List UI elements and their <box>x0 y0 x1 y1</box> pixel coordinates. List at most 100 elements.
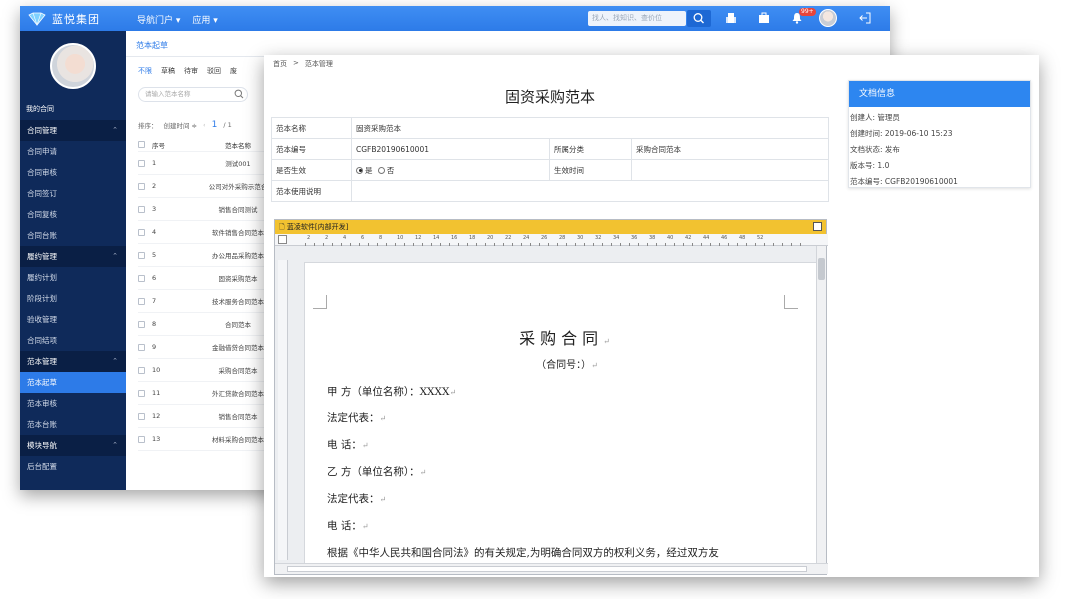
sidebar-group-performance[interactable]: 履约管理 ⌃ <box>20 246 126 267</box>
paragraph-mark: ↵ <box>361 441 369 450</box>
select-all-checkbox[interactable] <box>138 141 145 148</box>
ruler-number: 40 <box>667 235 674 241</box>
scroll-thumb[interactable] <box>818 258 825 280</box>
chevron-up-icon: ⌃ <box>112 441 118 449</box>
label-effective-time: 生效时间 <box>549 159 632 181</box>
sidebar-item-recheck[interactable]: 合同复核 <box>20 204 126 225</box>
radio-no[interactable] <box>377 166 385 174</box>
line-text: 电 话： <box>327 520 362 532</box>
notification-badge: 99+ <box>799 8 816 16</box>
ruler-number: 36 <box>631 235 638 241</box>
row-number: 4 <box>152 228 157 236</box>
row-number: 5 <box>152 251 157 259</box>
prev-page-icon[interactable]: ‹ <box>203 121 206 129</box>
row-checkbox[interactable] <box>138 182 145 190</box>
row-checkbox[interactable] <box>138 435 145 443</box>
radio-yes[interactable] <box>356 166 363 174</box>
status-filters: 不限 草稿 待审 驳回 废 <box>138 66 237 76</box>
filter-rejected[interactable]: 驳回 <box>207 66 221 76</box>
top-bar: 蓝悦集团 导航门户 ▾ 应用 ▾ 找人、找知识、查价位 99+ <box>20 6 890 31</box>
sidebar-item-apply[interactable]: 合同申请 <box>20 141 126 162</box>
screenshot-stage: 蓝悦集团 导航门户 ▾ 应用 ▾ 找人、找知识、查价位 99+ 我的合同 合同管… <box>0 0 1065 599</box>
profile-avatar[interactable] <box>50 43 96 89</box>
tab-template-draft[interactable]: 范本起草 <box>136 40 168 51</box>
briefcase-icon[interactable] <box>758 12 770 24</box>
sidebar: 我的合同 合同管理 ⌃ 合同申请 合同审核 合同签订 合同复核 合同台账 履约管理… <box>20 31 126 490</box>
app-name: 蓝悦集团 <box>52 13 100 26</box>
radio-no-label: 否 <box>386 165 395 175</box>
row-number: 6 <box>152 274 157 282</box>
sidebar-group-contract[interactable]: 合同管理 ⌃ <box>20 120 126 141</box>
row-checkbox[interactable] <box>138 366 145 374</box>
global-search-input[interactable]: 找人、找知识、查价位 <box>588 11 686 26</box>
template-search-input[interactable]: 请输入范本名称 <box>138 87 248 102</box>
sidebar-item-review[interactable]: 合同审核 <box>20 162 126 183</box>
ruler-number: 24 <box>523 235 530 241</box>
info-created-time: 创建时间: 2019-06-10 15:23 <box>850 129 953 138</box>
sidebar-item-template-ledger[interactable]: 范本台账 <box>20 414 126 435</box>
row-checkbox[interactable] <box>138 274 145 282</box>
row-number: 9 <box>152 343 157 351</box>
row-checkbox[interactable] <box>138 228 145 236</box>
preamble-line: 根据《中华人民共和国合同法》的有关规定,为明确合同双方的权利义务，经过双方友 <box>327 547 719 559</box>
sidebar-group-template[interactable]: 范本管理 ⌃ <box>20 351 126 372</box>
scroll-thumb[interactable] <box>287 566 807 572</box>
user-avatar[interactable] <box>819 9 837 27</box>
document-icon: 🗋 <box>279 223 285 231</box>
horizontal-ruler: 2 2 4 6 8 10 12 14 16 18 20 22 24 26 28 30 32 34 36 38 40 42 4… <box>275 234 828 246</box>
page-current: 1 <box>211 120 218 130</box>
sidebar-item-closing[interactable]: 合同结项 <box>20 330 126 351</box>
sort-bar: 排序： 创建时间 ≑ ‹ 1 / 1 <box>138 120 232 130</box>
breadcrumb-template-mgmt[interactable]: 范本管理 <box>305 59 333 69</box>
row-checkbox[interactable] <box>138 412 145 420</box>
filter-abandoned[interactable]: 废 <box>230 66 237 76</box>
sidebar-item-template-review[interactable]: 范本审核 <box>20 393 126 414</box>
ruler-number: 6 <box>361 235 365 241</box>
sidebar-item-sign[interactable]: 合同签订 <box>20 183 126 204</box>
row-checkbox[interactable] <box>138 343 145 351</box>
nav-portal[interactable]: 导航门户 ▾ <box>137 13 180 26</box>
sidebar-item-ledger[interactable]: 合同台账 <box>20 225 126 246</box>
filter-all[interactable]: 不限 <box>138 66 152 76</box>
line-text: 法定代表： <box>327 493 380 505</box>
filter-draft[interactable]: 草稿 <box>161 66 175 76</box>
horizontal-scrollbar[interactable] <box>275 563 828 574</box>
row-checkbox[interactable] <box>138 389 145 397</box>
search-button[interactable] <box>687 10 711 27</box>
row-checkbox[interactable] <box>138 251 145 259</box>
row-checkbox[interactable] <box>138 159 145 167</box>
sidebar-item-admin[interactable]: 后台配置 <box>20 456 126 477</box>
line-text: 电 话： <box>327 439 362 451</box>
building-icon[interactable] <box>725 12 737 24</box>
sidebar-item-plan[interactable]: 履约计划 <box>20 267 126 288</box>
info-status: 文档状态: 发布 <box>850 145 900 154</box>
contract-title-text: 采购合同 <box>519 329 604 348</box>
nav-apps[interactable]: 应用 ▾ <box>192 13 217 26</box>
phone-b-line: 电 话：↵ <box>327 518 369 533</box>
row-checkbox[interactable] <box>138 297 145 305</box>
vertical-scrollbar[interactable] <box>816 246 826 564</box>
search-icon[interactable] <box>234 89 244 99</box>
editor-title: 蓝凌软件[内部开发] <box>286 223 349 231</box>
row-checkbox[interactable] <box>138 205 145 213</box>
column-header-no: 序号 <box>152 141 165 150</box>
crop-mark <box>784 295 798 309</box>
my-contract-link[interactable]: 我的合同 <box>26 104 54 114</box>
breadcrumb-home[interactable]: 首页 <box>273 59 287 69</box>
filter-pending[interactable]: 待审 <box>184 66 198 76</box>
logout-icon[interactable] <box>859 12 871 24</box>
ruler-number: 8 <box>379 235 383 241</box>
sidebar-item-stage-plan[interactable]: 阶段计划 <box>20 288 126 309</box>
expand-icon[interactable] <box>813 222 822 231</box>
document-page[interactable]: 采购合同↵ （合同号：）↵ 甲 方（单位名称）：XXXX↵ 法定代表：↵ 电 话… <box>304 262 821 574</box>
row-checkbox[interactable] <box>138 320 145 328</box>
app-logo[interactable]: 蓝悦集团 <box>28 11 100 27</box>
ruler-corner-icon[interactable] <box>278 235 287 244</box>
sidebar-item-template-draft[interactable]: 范本起草 <box>20 372 126 393</box>
sidebar-group-modules[interactable]: 模块导航 ⌃ <box>20 435 126 456</box>
line-text: 甲 方（单位名称）：XXXX <box>327 386 450 398</box>
sort-select[interactable]: 创建时间 ≑ <box>164 120 198 130</box>
paragraph-mark: ↵ <box>379 414 387 423</box>
sidebar-item-acceptance[interactable]: 验收管理 <box>20 309 126 330</box>
row-number: 1 <box>152 159 157 167</box>
